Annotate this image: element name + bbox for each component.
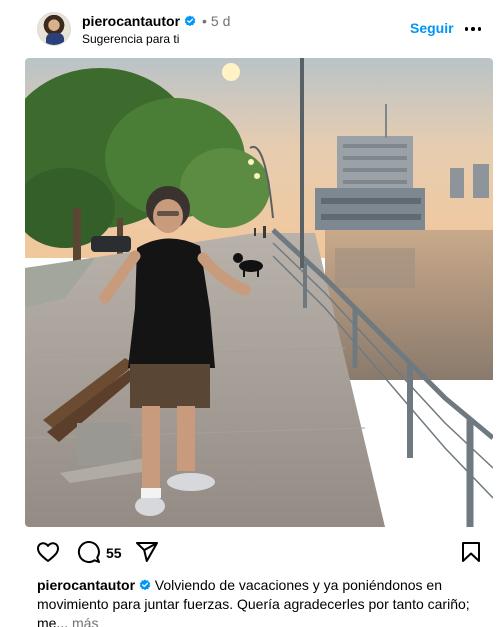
- separator: •: [202, 13, 207, 29]
- avatar[interactable]: [37, 12, 71, 46]
- post-caption: pierocantautor Volviendo de vacaciones y…: [37, 576, 477, 627]
- username[interactable]: pierocantautor: [82, 13, 180, 29]
- verified-badge-icon: [139, 579, 151, 591]
- comment-count[interactable]: 55: [106, 545, 122, 561]
- bookmark-icon[interactable]: [460, 540, 482, 569]
- caption-more-link[interactable]: más: [72, 615, 98, 627]
- verified-badge-icon: [184, 15, 196, 27]
- heart-icon[interactable]: [36, 540, 60, 569]
- post-header: pierocantautor • 5 d Sugerencia para ti …: [0, 0, 502, 58]
- send-icon[interactable]: [135, 540, 159, 569]
- post-time[interactable]: 5 d: [211, 13, 230, 29]
- comment-icon[interactable]: [77, 540, 101, 569]
- more-options-icon[interactable]: [462, 18, 484, 40]
- follow-button[interactable]: Seguir: [410, 20, 454, 36]
- post-image[interactable]: [25, 58, 493, 527]
- suggestion-label: Sugerencia para ti: [82, 32, 180, 46]
- post-meta: pierocantautor • 5 d: [82, 13, 230, 29]
- caption-username[interactable]: pierocantautor: [37, 577, 135, 593]
- action-bar: 55: [0, 536, 502, 568]
